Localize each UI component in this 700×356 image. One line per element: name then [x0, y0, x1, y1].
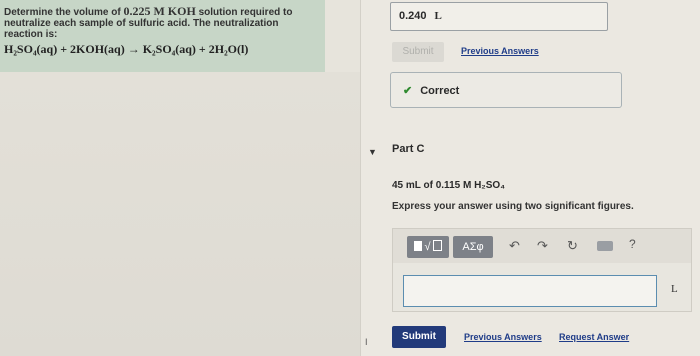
symbols-button[interactable]: ΑΣφ — [453, 236, 493, 258]
part-b-previous-answers-link[interactable]: Previous Answers — [461, 46, 539, 56]
left-background — [0, 72, 360, 356]
question-concentration: 0.225 M KOH — [123, 4, 196, 18]
question-line3: reaction is: — [4, 29, 58, 40]
part-b-answer-value: 0.240 — [399, 10, 427, 22]
answer-unit: L — [671, 283, 678, 295]
question-line1-suffix: solution required to — [195, 7, 293, 18]
part-c-title[interactable]: Part C — [392, 143, 424, 155]
question-line2: neutralize each sample of sulfuric acid.… — [4, 18, 279, 29]
cursor-icon: I — [365, 337, 368, 347]
question-text: Determine the volume of 0.225 M KOH solu… — [4, 4, 319, 40]
redo-icon[interactable]: ↷ — [537, 238, 548, 254]
part-c-sample: 45 mL of 0.115 M H₂SO₄ — [392, 180, 505, 191]
correct-feedback: ✔ Correct — [390, 72, 622, 108]
part-c-previous-answers-link[interactable]: Previous Answers — [464, 332, 542, 342]
part-c-submit-button[interactable]: Submit — [392, 326, 446, 348]
check-icon: ✔ — [403, 85, 413, 97]
part-b-answer-unit: L — [434, 10, 442, 22]
correct-label: Correct — [420, 85, 460, 97]
part-c-instruction: Express your answer using two significan… — [392, 201, 634, 212]
reset-icon[interactable]: ↻ — [567, 238, 578, 254]
request-answer-link[interactable]: Request Answer — [559, 332, 629, 342]
editor-toolbar: √ ΑΣφ ↶ ↷ ↻ ? — [393, 229, 691, 263]
part-b-submit-button: Submit — [392, 42, 444, 62]
template-box-icon — [432, 240, 442, 251]
divider — [360, 0, 361, 356]
part-b-answer-field: 0.240 L — [390, 2, 608, 31]
templates-label: √ — [424, 241, 431, 253]
question-panel: Determine the volume of 0.225 M KOH solu… — [0, 0, 325, 72]
template-icon — [414, 241, 423, 251]
answer-editor: √ ΑΣφ ↶ ↷ ↻ ? L — [392, 228, 692, 312]
reaction-equation: H₂SO₄(aq) + 2KOH(aq) → K₂SO₄(aq) + 2H₂O(… — [4, 42, 249, 56]
question-line1-prefix: Determine the volume of — [4, 7, 124, 18]
answer-input[interactable] — [403, 275, 657, 307]
caret-down-icon[interactable]: ▼ — [368, 147, 377, 157]
help-icon[interactable]: ? — [629, 237, 636, 251]
keyboard-icon[interactable] — [597, 241, 613, 251]
templates-button[interactable]: √ — [407, 236, 449, 258]
undo-icon[interactable]: ↶ — [509, 238, 520, 254]
